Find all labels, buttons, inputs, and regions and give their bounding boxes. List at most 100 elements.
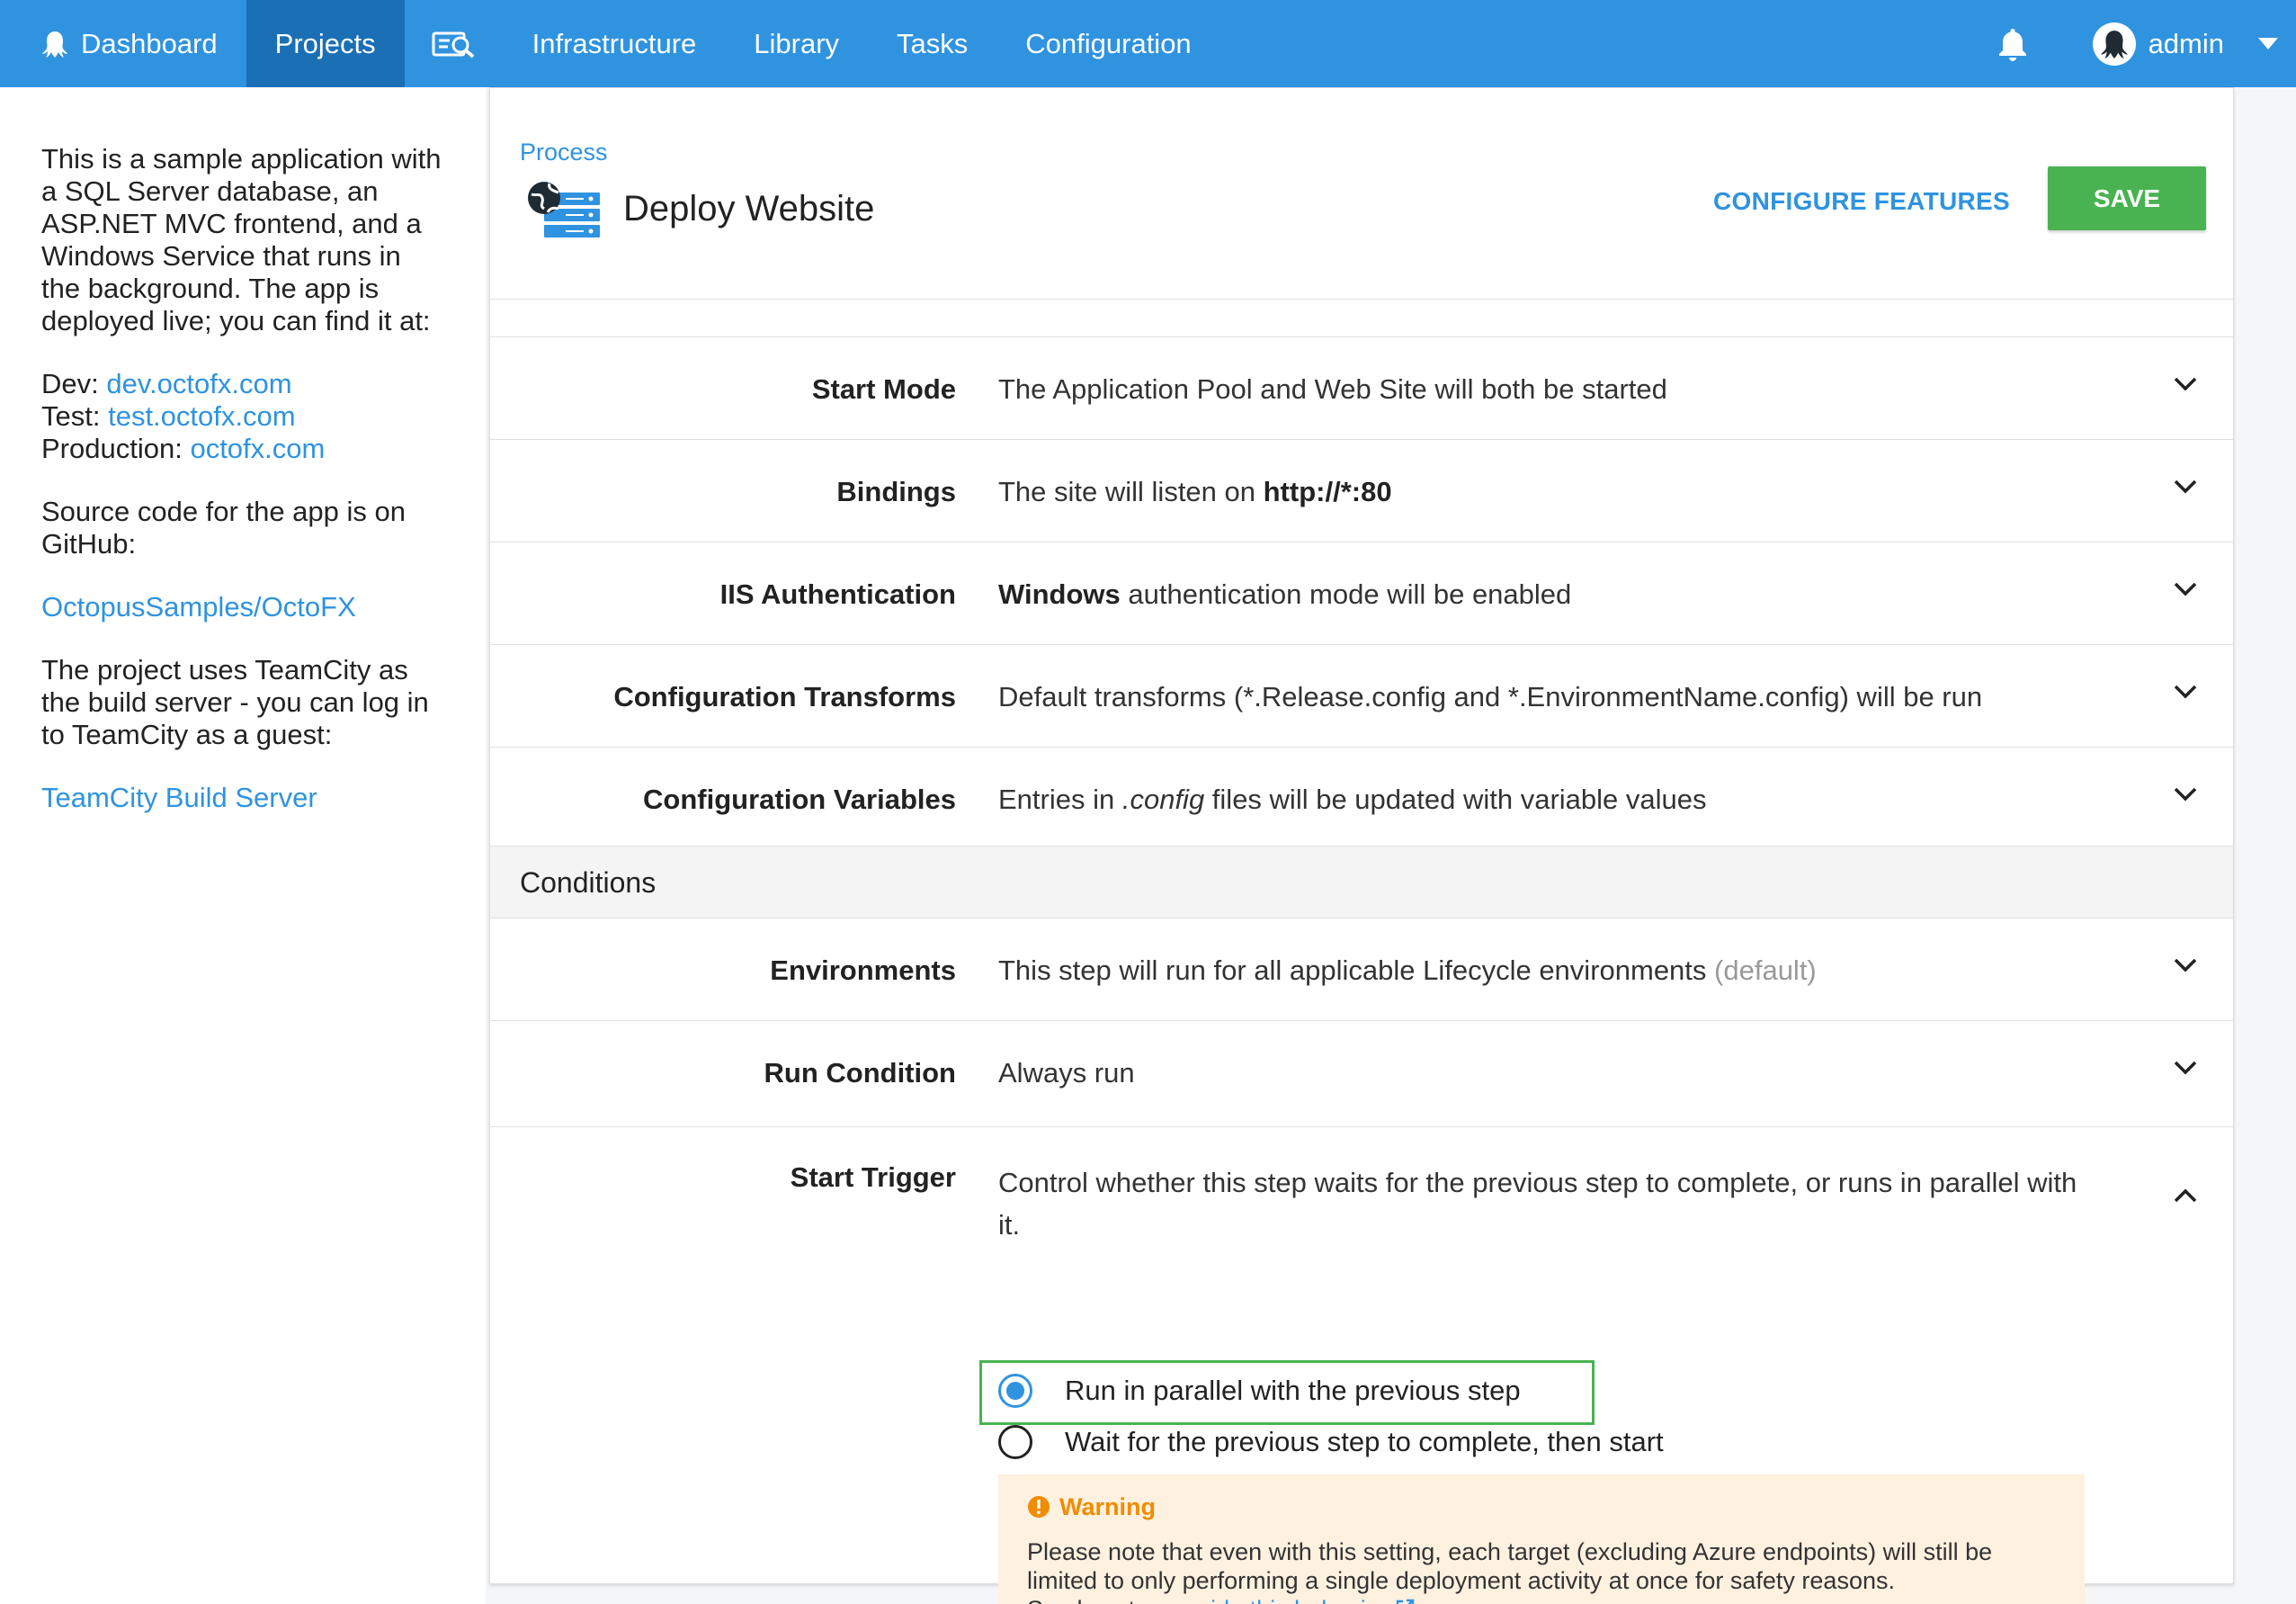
dev-label: Dev: xyxy=(41,368,99,399)
warning-see-how: See how to override this behavior . xyxy=(1027,1595,2056,1604)
bindings-url: http://*:80 xyxy=(1263,476,1392,507)
start-mode-summary: The Application Pool and Web Site will b… xyxy=(998,373,1667,405)
run-condition-row[interactable]: Run Condition Always run xyxy=(490,1020,2233,1123)
nav-search-tasks[interactable] xyxy=(405,0,504,87)
notifications-bell-icon[interactable] xyxy=(1970,0,2057,87)
breadcrumb[interactable]: Process xyxy=(520,139,608,166)
page-title: Deploy Website xyxy=(623,189,875,229)
warning-end: . xyxy=(1416,1596,1423,1604)
exclamation-circle-icon xyxy=(1027,1495,1050,1519)
nav-tasks[interactable]: Tasks xyxy=(868,0,996,87)
warning-title-text: Warning xyxy=(1059,1493,1156,1520)
chevron-up-icon[interactable] xyxy=(2174,1188,2197,1207)
sidebar-teamcity-text: The project uses TeamCity as the build s… xyxy=(41,654,429,750)
start-mode-row[interactable]: Start Mode The Application Pool and Web … xyxy=(490,336,2233,439)
warning-body: Please note that even with this setting,… xyxy=(1027,1538,1993,1594)
nav-dashboard-label: Dashboard xyxy=(81,27,218,59)
deploy-website-icon xyxy=(526,180,602,249)
nav-dashboard[interactable]: Dashboard xyxy=(0,0,246,87)
teamcity-link[interactable]: TeamCity Build Server xyxy=(41,782,317,813)
override-behavior-link[interactable]: override this behavior xyxy=(1156,1596,1388,1604)
iis-authentication-row[interactable]: IIS Authentication Windows authenticatio… xyxy=(490,542,2233,644)
nav-configuration-label: Configuration xyxy=(1025,27,1192,59)
caret-down-icon xyxy=(2258,37,2278,50)
nav-library-label: Library xyxy=(754,27,840,59)
step-editor-card: Process Deploy Website CONFIGURE FEATURE… xyxy=(489,87,2234,1604)
nav-infrastructure-label: Infrastructure xyxy=(532,27,697,59)
save-button[interactable]: SAVE xyxy=(2048,166,2206,230)
see-how-text: See how to xyxy=(1027,1596,1156,1604)
conditions-heading: Conditions xyxy=(520,866,657,899)
project-sidebar: This is a sample application with a SQL … xyxy=(0,87,486,1604)
avatar xyxy=(2092,22,2136,66)
sidebar-source-text: Source code for the app is on GitHub: xyxy=(41,496,406,560)
configure-features-button[interactable]: CONFIGURE FEATURES xyxy=(1713,187,2010,216)
default-badge: (default) xyxy=(1714,954,1817,986)
octopus-logo-icon xyxy=(41,30,68,58)
sidebar-env-links: Dev: dev.octofx.com Test: test.octofx.co… xyxy=(41,368,444,465)
chevron-down-icon[interactable] xyxy=(2174,582,2197,601)
start-trigger-description: Control whether this step waits for the … xyxy=(998,1167,2077,1241)
configuration-variables-summary: Entries in .config files will be updated… xyxy=(998,784,1707,816)
environments-summary: This step will run for all applicable Li… xyxy=(998,954,1817,987)
radio-unselected-icon[interactable] xyxy=(998,1425,1032,1459)
vars-prefix: Entries in xyxy=(998,784,1122,815)
user-menu[interactable]: admin xyxy=(2057,0,2296,87)
nav-infrastructure[interactable]: Infrastructure xyxy=(504,0,726,87)
conditions-section-header: Conditions xyxy=(490,846,2233,918)
configuration-transforms-row[interactable]: Configuration Transforms Default transfo… xyxy=(490,644,2233,747)
bindings-row[interactable]: Bindings The site will listen on http://… xyxy=(490,439,2233,542)
radio-wait-previous[interactable]: Wait for the previous step to complete, … xyxy=(998,1425,1664,1459)
iis-authentication-summary: Windows authentication mode will be enab… xyxy=(998,578,1571,611)
sidebar-intro: This is a sample application with a SQL … xyxy=(41,143,442,336)
octopus-avatar-icon xyxy=(2100,30,2128,58)
environments-text: This step will run for all applicable Li… xyxy=(998,954,1715,986)
configuration-transforms-summary: Default transforms (*.Release.config and… xyxy=(998,681,1983,712)
top-nav: Dashboard Projects Infrastructure Librar… xyxy=(0,0,2296,87)
github-link[interactable]: OctopusSamples/OctoFX xyxy=(41,591,356,623)
username: admin xyxy=(2148,27,2224,59)
radio-run-parallel[interactable]: Run in parallel with the previous step xyxy=(998,1374,1521,1408)
nav-projects[interactable]: Projects xyxy=(246,0,405,87)
iis-authentication-label: IIS Authentication xyxy=(719,578,956,610)
environments-row[interactable]: Environments This step will run for all … xyxy=(490,918,2233,1020)
chevron-down-icon[interactable] xyxy=(2174,479,2197,498)
configuration-variables-row[interactable]: Configuration Variables Entries in .conf… xyxy=(490,747,2233,849)
chevron-down-icon[interactable] xyxy=(2174,377,2197,396)
environments-label: Environments xyxy=(770,954,956,986)
bindings-label: Bindings xyxy=(836,476,956,507)
start-trigger-label: Start Trigger xyxy=(790,1161,956,1193)
chevron-down-icon[interactable] xyxy=(2174,685,2197,703)
prod-label: Production: xyxy=(41,433,183,464)
vars-suffix: files will be updated with variable valu… xyxy=(1204,784,1707,815)
chevron-down-icon[interactable] xyxy=(2174,787,2197,806)
nav-library[interactable]: Library xyxy=(725,0,868,87)
external-link-icon[interactable] xyxy=(1394,1597,1416,1604)
start-mode-label: Start Mode xyxy=(811,373,956,405)
dev-link[interactable]: dev.octofx.com xyxy=(106,368,291,399)
configuration-transforms-label: Configuration Transforms xyxy=(613,681,956,712)
prod-link[interactable]: octofx.com xyxy=(190,433,325,464)
warning-title: Warning xyxy=(1027,1492,2056,1521)
auth-suffix: authentication mode will be enabled xyxy=(1120,578,1572,610)
nav-configuration[interactable]: Configuration xyxy=(996,0,1219,87)
nav-tasks-label: Tasks xyxy=(897,27,969,59)
chevron-down-icon[interactable] xyxy=(2174,958,2197,977)
radio-selected-icon[interactable] xyxy=(998,1374,1032,1408)
bindings-summary: The site will listen on http://*:80 xyxy=(998,476,1392,508)
search-tasks-icon xyxy=(432,30,477,58)
nav-right: admin xyxy=(1970,0,2296,87)
header-divider xyxy=(490,299,2233,300)
test-link[interactable]: test.octofx.com xyxy=(108,400,295,432)
configuration-variables-label: Configuration Variables xyxy=(643,784,956,815)
radio-wait-previous-label: Wait for the previous step to complete, … xyxy=(1065,1426,1664,1457)
vars-ext: .config xyxy=(1121,784,1205,815)
bindings-prefix: The site will listen on xyxy=(998,476,1264,507)
auth-mode: Windows xyxy=(998,578,1121,610)
test-label: Test: xyxy=(41,400,101,432)
chevron-down-icon[interactable] xyxy=(2174,1061,2197,1080)
run-condition-label: Run Condition xyxy=(764,1057,957,1089)
radio-run-parallel-label: Run in parallel with the previous step xyxy=(1065,1375,1521,1406)
nav-projects-label: Projects xyxy=(274,27,376,59)
warning-callout: Warning Please note that even with this … xyxy=(998,1474,2085,1604)
